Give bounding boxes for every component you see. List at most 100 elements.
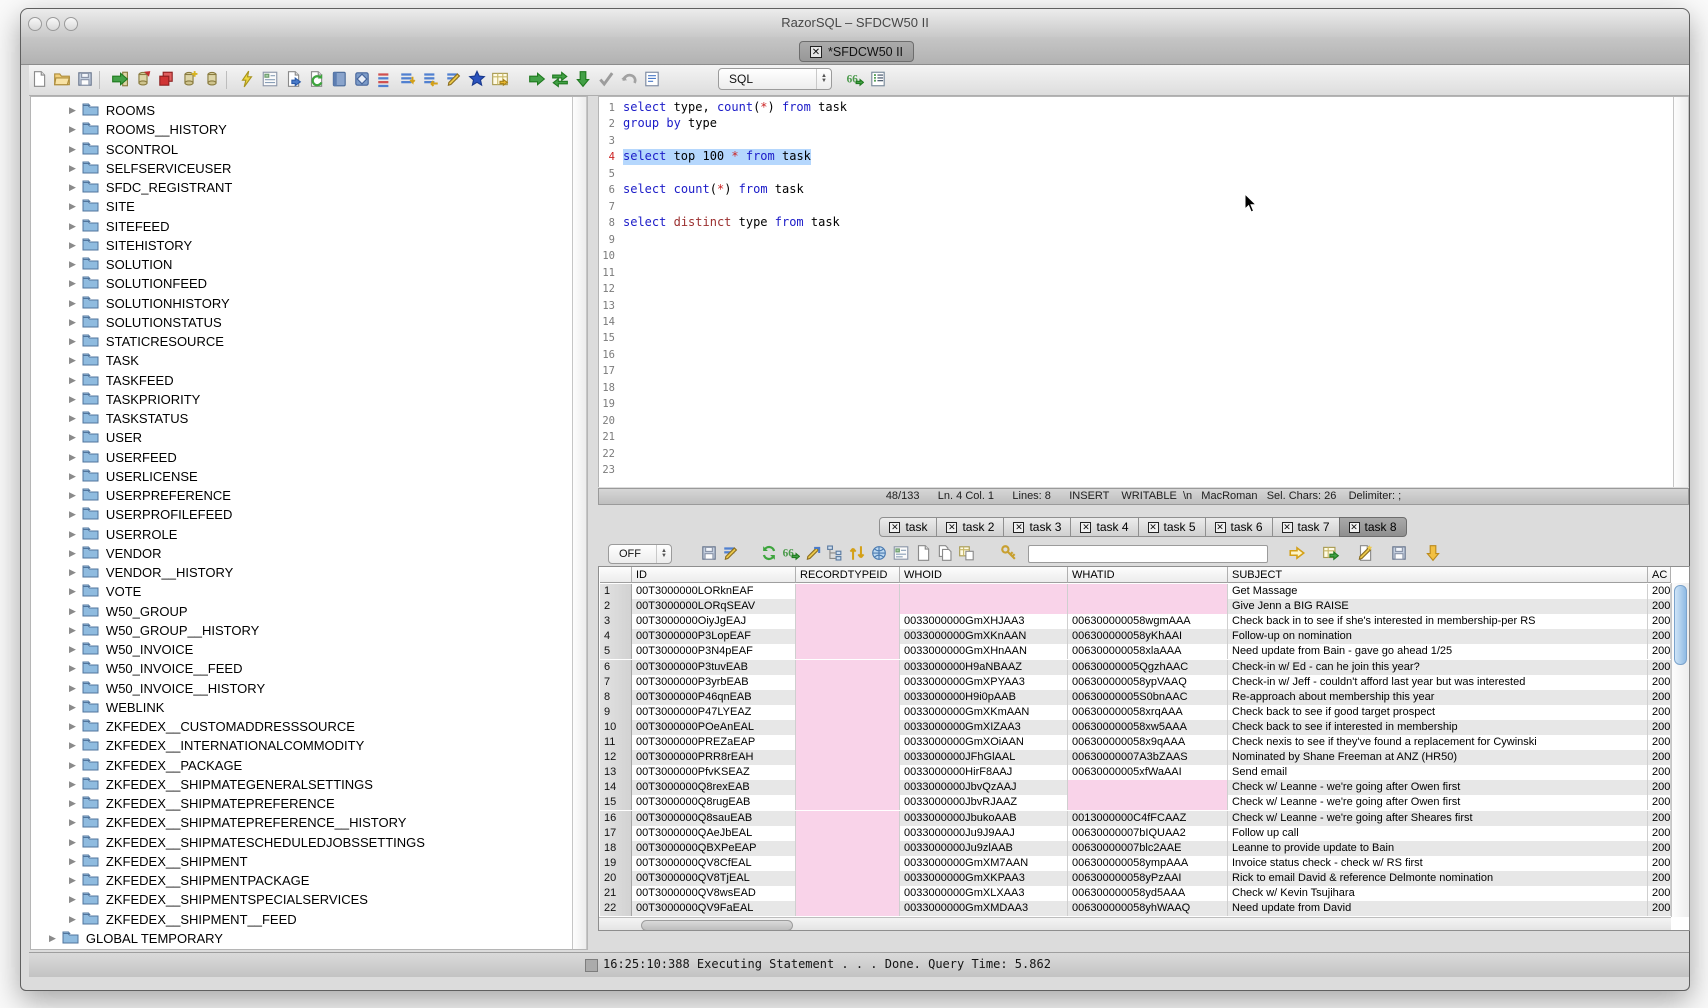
expand-arrow-icon[interactable]: ▶ [69, 124, 76, 135]
column-header-id[interactable]: ID [632, 567, 796, 583]
close-tab-icon[interactable]: ✕ [1013, 522, 1024, 533]
close-tab-icon[interactable]: ✕ [1215, 522, 1226, 533]
column-header-whoid[interactable]: WHOID [900, 567, 1068, 583]
expand-arrow-icon[interactable]: ▶ [69, 894, 76, 905]
disconnect-database-icon[interactable] [134, 70, 153, 89]
results-grid[interactable]: IDRECORDTYPEIDWHOIDWHATIDSUBJECTAC100T30… [598, 566, 1690, 931]
expand-arrow-icon[interactable]: ▶ [69, 105, 76, 116]
sidebar-item-w50-group-history[interactable]: ▶W50_GROUP__HISTORY [69, 621, 259, 640]
sidebar-item-solutionstatus[interactable]: ▶SOLUTIONSTATUS [69, 313, 222, 332]
sidebar-item-solutionfeed[interactable]: ▶SOLUTIONFEED [69, 274, 207, 293]
row-limit-select[interactable]: OFF▲▼ [608, 544, 672, 564]
commit-check-icon[interactable] [597, 70, 616, 89]
sidebar-item-zkfedex-shipmatescheduledjobssettings[interactable]: ▶ZKFEDEX__SHIPMATESCHEDULEDJOBSSETTINGS [69, 833, 425, 852]
save-icon[interactable] [700, 544, 718, 562]
sort-updown-icon[interactable] [848, 544, 866, 562]
expand-arrow-icon[interactable]: ▶ [69, 413, 76, 424]
save-results-icon[interactable] [1390, 544, 1408, 562]
results-tab-task[interactable]: ✕task [879, 517, 937, 537]
close-tab-icon[interactable]: ✕ [889, 522, 900, 533]
sidebar-item-zkfedex-shipment[interactable]: ▶ZKFEDEX__SHIPMENT [69, 852, 248, 871]
close-tab-icon[interactable]: ✕ [946, 522, 957, 533]
sidebar-item-rooms-history[interactable]: ▶ROOMS__HISTORY [69, 120, 227, 139]
editor-scrollbar[interactable] [1673, 97, 1689, 487]
expand-arrow-icon[interactable]: ▶ [69, 779, 76, 790]
sidebar-item-userfeed[interactable]: ▶USERFEED [69, 448, 177, 467]
refresh-documents-icon[interactable] [307, 70, 326, 89]
expand-arrow-icon[interactable]: ▶ [69, 606, 76, 617]
expand-arrow-icon[interactable]: ▶ [69, 259, 76, 270]
expand-arrow-icon[interactable]: ▶ [69, 586, 76, 597]
close-tab-icon[interactable]: ✕ [1349, 522, 1360, 533]
sidebar-item-solutionhistory[interactable]: ▶SOLUTIONHISTORY [69, 294, 230, 313]
open-folder-icon[interactable] [53, 70, 72, 89]
go-arrow-icon[interactable] [1288, 544, 1306, 562]
sidebar-item-userrole[interactable]: ▶USERROLE [69, 525, 177, 544]
sidebar-item-w50-group[interactable]: ▶W50_GROUP [69, 602, 188, 621]
sidebar-item-site[interactable]: ▶SITE [69, 197, 135, 216]
sidebar-item-userprofilefeed[interactable]: ▶USERPROFILEFEED [69, 505, 232, 524]
notebook-icon[interactable] [330, 70, 349, 89]
convert-quotes-icon[interactable]: 66 [782, 544, 800, 562]
list-stack-icon[interactable] [376, 70, 395, 89]
sidebar-item-zkfedex-shipmentpackage[interactable]: ▶ZKFEDEX__SHIPMENTPACKAGE [69, 871, 309, 890]
sidebar-item-vendor[interactable]: ▶VENDOR [69, 544, 162, 563]
results-search-input[interactable] [1028, 545, 1268, 563]
sidebar-item-zkfedex-internationalcommodity[interactable]: ▶ZKFEDEX__INTERNATIONALCOMMODITY [69, 736, 364, 755]
expand-arrow-icon[interactable]: ▶ [69, 201, 76, 212]
sidebar-item-w50-invoice[interactable]: ▶W50_INVOICE [69, 640, 193, 659]
scrollbar-thumb[interactable] [1674, 585, 1687, 665]
new-file-icon[interactable] [30, 70, 49, 89]
edit-lines-icon[interactable] [445, 70, 464, 89]
schema-browser-icon[interactable] [261, 70, 280, 89]
database-browser-pane[interactable]: ▶ROOMS▶ROOMS__HISTORY▶SCONTROL▶SELFSERVI… [30, 96, 588, 950]
sidebar-item-sitehistory[interactable]: ▶SITEHISTORY [69, 236, 192, 255]
expand-arrow-icon[interactable]: ▶ [69, 837, 76, 848]
history-document-icon[interactable] [643, 70, 662, 89]
close-document-icon[interactable]: ✕ [810, 46, 822, 58]
new-connection-icon[interactable] [180, 70, 199, 89]
results-tab-task-4[interactable]: ✕task 4 [1070, 517, 1138, 537]
expand-arrow-icon[interactable]: ▶ [69, 760, 76, 771]
execute-lightning-icon[interactable] [238, 70, 257, 89]
statement-type-select[interactable]: SQL ▲▼ [718, 68, 832, 90]
save-icon[interactable] [76, 70, 95, 89]
sidebar-item-vote[interactable]: ▶VOTE [69, 582, 141, 601]
expand-arrow-icon[interactable]: ▶ [69, 336, 76, 347]
expand-arrow-icon[interactable]: ▶ [69, 625, 76, 636]
sidebar-item-sitefeed[interactable]: ▶SITEFEED [69, 217, 170, 236]
fetch-down-icon[interactable] [574, 70, 593, 89]
sidebar-item-zkfedex-shipmentspecialservices[interactable]: ▶ZKFEDEX__SHIPMENTSPECIALSERVICES [69, 890, 368, 909]
document-tab[interactable]: ✕ *SFDCW50 II [799, 41, 914, 62]
sidebar-item-taskstatus[interactable]: ▶TASKSTATUS [69, 409, 188, 428]
note-add-icon[interactable] [1356, 544, 1374, 562]
sidebar-item-zkfedex-shipmategeneralsettings[interactable]: ▶ZKFEDEX__SHIPMATEGENERALSETTINGS [69, 775, 373, 794]
help-book-icon[interactable] [353, 70, 372, 89]
expand-arrow-icon[interactable]: ▶ [69, 509, 76, 520]
run-right-icon[interactable] [528, 70, 547, 89]
expand-arrow-icon[interactable]: ▶ [69, 163, 76, 174]
expand-arrow-icon[interactable]: ▶ [69, 683, 76, 694]
sidebar-item-zkfedex-shipment-feed[interactable]: ▶ZKFEDEX__SHIPMENT__FEED [69, 910, 297, 929]
column-header-ac[interactable]: AC [1648, 567, 1671, 583]
tree-insert-icon[interactable] [826, 544, 844, 562]
results-tab-task-5[interactable]: ✕task 5 [1138, 517, 1206, 537]
favorites-star-icon[interactable] [468, 70, 487, 89]
expand-arrow-icon[interactable]: ▶ [69, 490, 76, 501]
expand-arrow-icon[interactable]: ▶ [69, 548, 76, 559]
refresh-circular-icon[interactable] [760, 544, 778, 562]
rollback-undo-icon[interactable] [620, 70, 639, 89]
key-pen-icon[interactable] [1000, 544, 1018, 562]
sidebar-item-w50-invoice-feed[interactable]: ▶W50_INVOICE__FEED [69, 659, 242, 678]
expand-arrow-icon[interactable]: ▶ [69, 240, 76, 251]
run-swap-icon[interactable] [551, 70, 570, 89]
sidebar-item-rooms[interactable]: ▶ROOMS [69, 101, 155, 120]
abort-icon[interactable] [157, 70, 176, 89]
results-horizontal-scrollbar[interactable] [599, 917, 1671, 931]
sidebar-scrollbar[interactable] [572, 97, 587, 949]
edit-arrow-icon[interactable] [804, 544, 822, 562]
sidebar-item-vendor-history[interactable]: ▶VENDOR__HISTORY [69, 563, 233, 582]
sidebar-item-userpreference[interactable]: ▶USERPREFERENCE [69, 486, 231, 505]
sidebar-item-staticresource[interactable]: ▶STATICRESOURCE [69, 332, 224, 351]
expand-arrow-icon[interactable]: ▶ [69, 298, 76, 309]
